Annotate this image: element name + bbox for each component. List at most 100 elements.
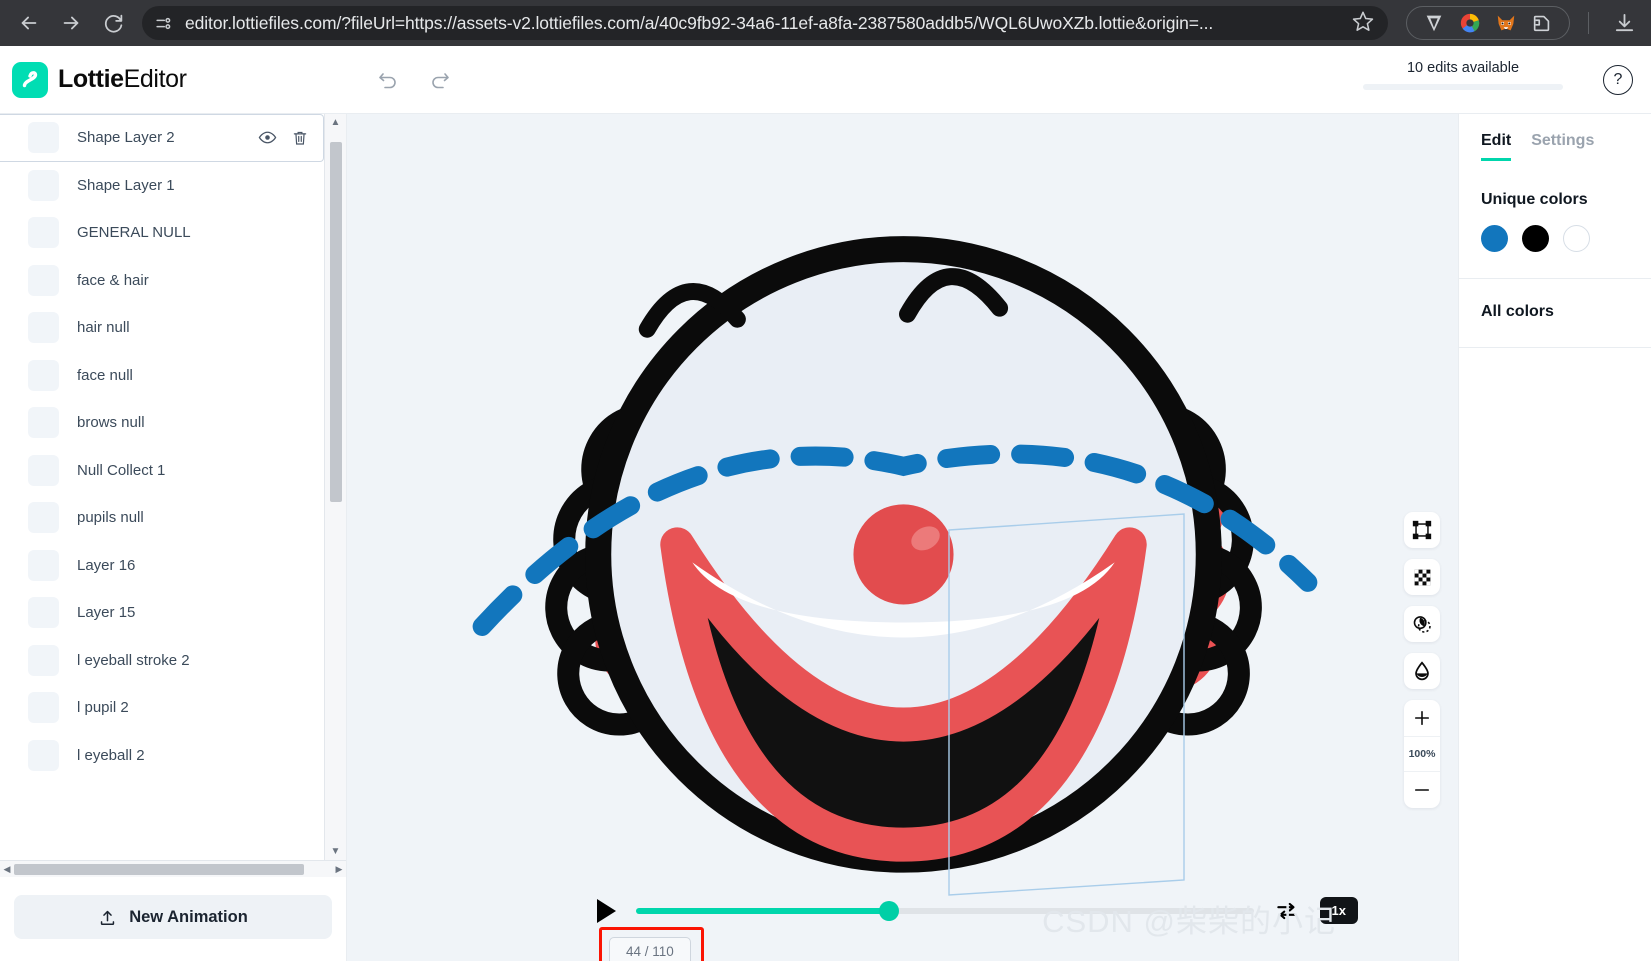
extensions-group xyxy=(1406,6,1570,40)
layer-row[interactable]: face null xyxy=(0,352,324,400)
color-swatch[interactable] xyxy=(1522,225,1549,252)
vimium-extension-icon[interactable] xyxy=(1423,12,1445,34)
toolbar-divider xyxy=(1588,12,1589,34)
layer-name: face null xyxy=(77,366,133,384)
brand-light: Editor xyxy=(123,65,187,93)
undo-icon[interactable] xyxy=(375,67,401,93)
layer-name: Layer 15 xyxy=(77,604,136,622)
layer-name: Shape Layer 1 xyxy=(77,176,175,194)
back-icon[interactable] xyxy=(10,4,48,42)
layer-row[interactable]: brows null xyxy=(0,399,324,447)
edits-progress-bar xyxy=(1363,84,1563,90)
edits-available-label: 10 edits available xyxy=(1406,60,1520,76)
layer-row[interactable]: GENERAL NULL xyxy=(0,209,324,257)
layer-name: Shape Layer 2 xyxy=(77,129,175,147)
layer-row[interactable]: Null Collect 1 xyxy=(0,447,324,495)
layer-thumbnail xyxy=(28,502,59,534)
layer-thumbnail xyxy=(28,122,59,154)
canvas-toolbar: 100% xyxy=(1404,512,1440,808)
clipboard-extension-icon[interactable] xyxy=(1531,12,1553,34)
panel-divider-2 xyxy=(1459,347,1651,348)
browser-toolbar: editor.lottiefiles.com/?fileUrl=https://… xyxy=(0,0,1651,46)
download-icon[interactable] xyxy=(1607,6,1641,40)
layer-row[interactable]: l pupil 2 xyxy=(0,684,324,732)
checkerboard-background-icon[interactable] xyxy=(1404,559,1440,595)
app-header: LottieEditor 10 edits available ? xyxy=(0,46,1651,114)
layer-name: hair null xyxy=(77,319,130,337)
layer-row[interactable]: hair null xyxy=(0,304,324,352)
brand-bold: Lottie xyxy=(58,65,124,93)
layer-thumbnail xyxy=(28,169,59,201)
color-swatch[interactable] xyxy=(1481,225,1508,252)
layer-thumbnail xyxy=(28,407,59,439)
scroll-up-icon[interactable]: ▲ xyxy=(331,114,341,131)
layer-row[interactable]: Shape Layer 2 xyxy=(0,114,324,162)
layers-horizontal-scrollbar[interactable]: ◀ ▶ xyxy=(0,860,346,877)
mask-overlap-icon[interactable] xyxy=(1404,606,1440,642)
color-swatch[interactable] xyxy=(1563,225,1590,252)
eye-icon[interactable] xyxy=(258,128,277,147)
layer-row[interactable]: Shape Layer 1 xyxy=(0,162,324,210)
theme-droplet-icon[interactable] xyxy=(1404,653,1440,689)
tab-settings[interactable]: Settings xyxy=(1531,132,1594,158)
layer-row[interactable]: face & hair xyxy=(0,257,324,305)
google-extension-icon[interactable] xyxy=(1459,12,1481,34)
help-icon[interactable]: ? xyxy=(1603,64,1633,95)
app-title: LottieEditor xyxy=(58,65,187,94)
layer-row[interactable]: pupils null xyxy=(0,494,324,542)
layer-name: Null Collect 1 xyxy=(77,461,166,479)
layers-sidebar: ▲ ▼ Shape Layer 2 Shape Layer 1 GENERAL NU… xyxy=(0,114,347,961)
metamask-extension-icon[interactable] xyxy=(1495,12,1517,34)
layer-name: l eyeball 2 xyxy=(77,746,145,764)
layer-row[interactable]: l eyeball stroke 2 xyxy=(0,637,324,685)
app-logo[interactable]: LottieEditor xyxy=(0,61,347,98)
layer-thumbnail xyxy=(28,644,59,676)
layer-thumbnail xyxy=(28,217,59,249)
play-icon[interactable] xyxy=(597,898,616,923)
tab-edit[interactable]: Edit xyxy=(1481,132,1512,161)
redo-icon[interactable] xyxy=(427,67,453,93)
reload-icon[interactable] xyxy=(94,4,132,42)
layer-row[interactable]: Layer 16 xyxy=(0,542,324,590)
upload-icon xyxy=(98,908,117,927)
vertical-scroll-thumb[interactable] xyxy=(330,142,342,502)
new-animation-label: New Animation xyxy=(129,907,248,926)
layer-thumbnail xyxy=(28,549,59,581)
zoom-out-button[interactable] xyxy=(1404,772,1440,808)
layer-name: l eyeball stroke 2 xyxy=(77,651,190,669)
properties-tabs: Edit Settings xyxy=(1481,132,1651,161)
star-icon[interactable] xyxy=(1352,10,1374,37)
layers-list: ▲ ▼ Shape Layer 2 Shape Layer 1 GENERAL NU… xyxy=(0,114,346,860)
site-settings-icon[interactable] xyxy=(154,14,173,33)
layer-thumbnail xyxy=(28,312,59,344)
trash-icon[interactable] xyxy=(291,129,309,147)
layer-row[interactable]: Layer 15 xyxy=(0,589,324,637)
horizontal-scroll-thumb[interactable] xyxy=(14,863,304,875)
lottie-logo-icon xyxy=(12,61,48,98)
timeline-handle[interactable] xyxy=(879,900,900,921)
scroll-down-icon[interactable]: ▼ xyxy=(331,843,341,860)
layer-name: pupils null xyxy=(77,509,144,527)
address-bar-url: editor.lottiefiles.com/?fileUrl=https://… xyxy=(185,12,1214,33)
new-animation-button[interactable]: New Animation xyxy=(14,895,332,939)
edits-available: 10 edits available xyxy=(1363,60,1563,90)
layer-actions xyxy=(258,128,323,147)
unique-colors-title: Unique colors xyxy=(1481,191,1588,208)
address-bar[interactable]: editor.lottiefiles.com/?fileUrl=https://… xyxy=(142,6,1388,40)
bounding-box-icon[interactable] xyxy=(1404,512,1440,548)
layer-name: brows null xyxy=(77,414,145,432)
canvas-area[interactable]: 100% 1x 44 / 110 CSDN @柴柴的小记 xyxy=(347,114,1458,961)
layer-name: l pupil 2 xyxy=(77,699,129,717)
forward-icon[interactable] xyxy=(52,4,90,42)
layer-thumbnail xyxy=(28,359,59,391)
layers-vertical-scrollbar[interactable]: ▲ ▼ xyxy=(324,114,346,860)
app-body: ▲ ▼ Shape Layer 2 Shape Layer 1 GENERAL NU… xyxy=(0,114,1651,961)
unique-colors-swatches xyxy=(1481,225,1651,252)
frame-counter[interactable]: 44 / 110 xyxy=(609,937,691,961)
scroll-left-icon[interactable]: ◀ xyxy=(0,864,14,875)
layer-name: face & hair xyxy=(77,271,149,289)
scroll-right-icon[interactable]: ▶ xyxy=(332,864,346,875)
zoom-in-button[interactable] xyxy=(1404,700,1440,736)
zoom-level-label: 100% xyxy=(1404,736,1440,772)
layer-row[interactable]: l eyeball 2 xyxy=(0,732,324,780)
